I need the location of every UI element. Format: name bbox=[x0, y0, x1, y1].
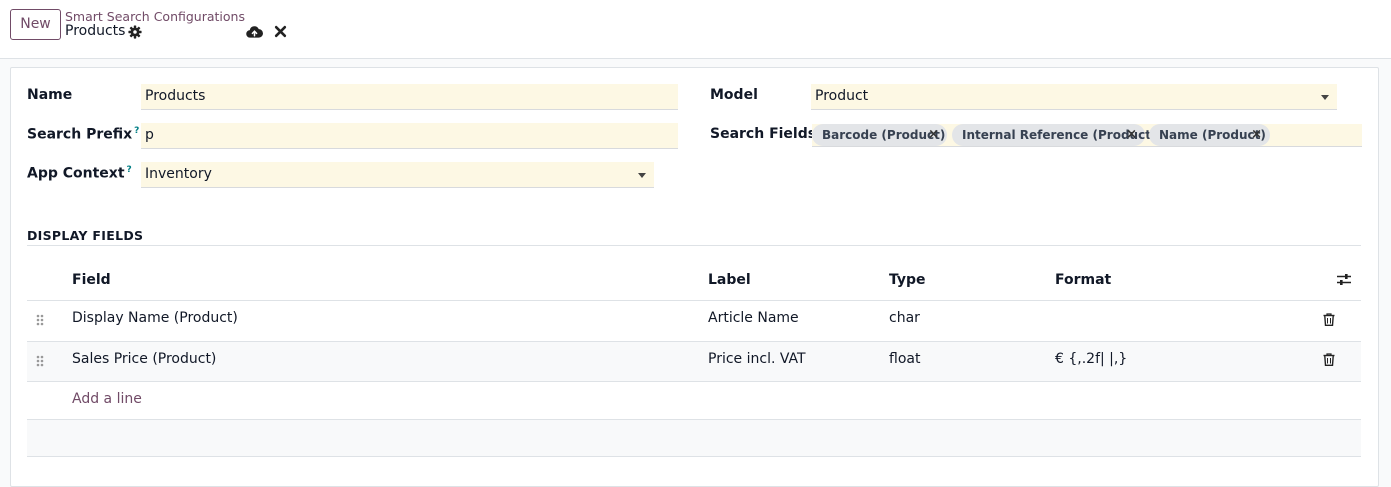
cell-label[interactable]: Price incl. VAT bbox=[708, 351, 806, 367]
cell-field[interactable]: Display Name (Product) bbox=[72, 310, 238, 326]
name-label: Name bbox=[27, 87, 73, 103]
search-prefix-label: Search Prefix? bbox=[27, 126, 139, 143]
remove-tag-icon[interactable]: × bbox=[1251, 124, 1262, 146]
model-select[interactable]: Product bbox=[811, 84, 1337, 110]
cell-type[interactable]: char bbox=[889, 310, 920, 326]
section-title: DISPLAY FIELDS bbox=[27, 228, 144, 243]
drag-handle-icon[interactable] bbox=[36, 355, 44, 367]
search-prefix-label-text: Search Prefix bbox=[27, 126, 133, 143]
model-value: Product bbox=[815, 88, 869, 104]
app-context-label: App Context? bbox=[27, 165, 132, 182]
search-prefix-field[interactable]: p bbox=[141, 123, 678, 149]
gear-icon[interactable] bbox=[128, 25, 142, 39]
chevron-down-icon bbox=[638, 173, 646, 178]
page-title: Products bbox=[65, 23, 126, 39]
app-context-value: Inventory bbox=[145, 166, 212, 182]
breadcrumb[interactable]: Smart Search Configurations bbox=[65, 9, 245, 24]
control-panel: New Smart Search Configurations Products bbox=[0, 0, 1391, 59]
tag-internal-reference: Internal Reference (Product) × bbox=[952, 124, 1156, 146]
cell-format[interactable]: € {,.2f| |,} bbox=[1055, 351, 1127, 367]
column-header-label[interactable]: Label bbox=[708, 272, 751, 288]
cell-type[interactable]: float bbox=[889, 351, 920, 367]
new-button[interactable]: New bbox=[10, 9, 61, 40]
tag-label: Name (Product) bbox=[1159, 128, 1266, 142]
tag-barcode: Barcode (Product) × bbox=[812, 124, 947, 146]
add-line-link[interactable]: Add a line bbox=[72, 391, 142, 407]
table-row[interactable] bbox=[27, 341, 1361, 381]
app-context-label-text: App Context bbox=[27, 165, 125, 182]
empty-row bbox=[27, 419, 1361, 457]
tag-label: Barcode (Product) bbox=[822, 128, 946, 142]
column-header-type[interactable]: Type bbox=[889, 272, 926, 288]
app-context-select[interactable]: Inventory bbox=[141, 162, 654, 188]
column-header-field[interactable]: Field bbox=[72, 272, 111, 288]
name-field[interactable]: Products bbox=[141, 84, 678, 110]
help-icon[interactable]: ? bbox=[134, 126, 139, 136]
close-icon[interactable] bbox=[274, 25, 287, 38]
trash-icon[interactable] bbox=[1323, 353, 1335, 366]
remove-tag-icon[interactable]: × bbox=[1126, 124, 1137, 146]
model-label: Model bbox=[710, 87, 758, 103]
help-icon[interactable]: ? bbox=[127, 165, 132, 175]
tag-name: Name (Product) × bbox=[1149, 124, 1270, 146]
cell-field[interactable]: Sales Price (Product) bbox=[72, 351, 216, 367]
cell-label[interactable]: Article Name bbox=[708, 310, 799, 326]
drag-handle-icon[interactable] bbox=[36, 314, 44, 326]
chevron-down-icon bbox=[1321, 95, 1329, 100]
column-header-format[interactable]: Format bbox=[1055, 272, 1111, 288]
add-line-row bbox=[27, 381, 1361, 419]
search-fields-label: Search Fields bbox=[710, 126, 817, 142]
section-divider bbox=[27, 245, 1361, 246]
cloud-upload-icon[interactable] bbox=[246, 24, 263, 39]
form-sheet: Name Products Search Prefix? p App Conte… bbox=[10, 67, 1379, 487]
remove-tag-icon[interactable]: × bbox=[928, 124, 939, 146]
optional-columns-icon[interactable] bbox=[1337, 273, 1351, 286]
trash-icon[interactable] bbox=[1323, 313, 1335, 326]
search-fields-input[interactable]: Barcode (Product) × Internal Reference (… bbox=[812, 124, 1362, 147]
